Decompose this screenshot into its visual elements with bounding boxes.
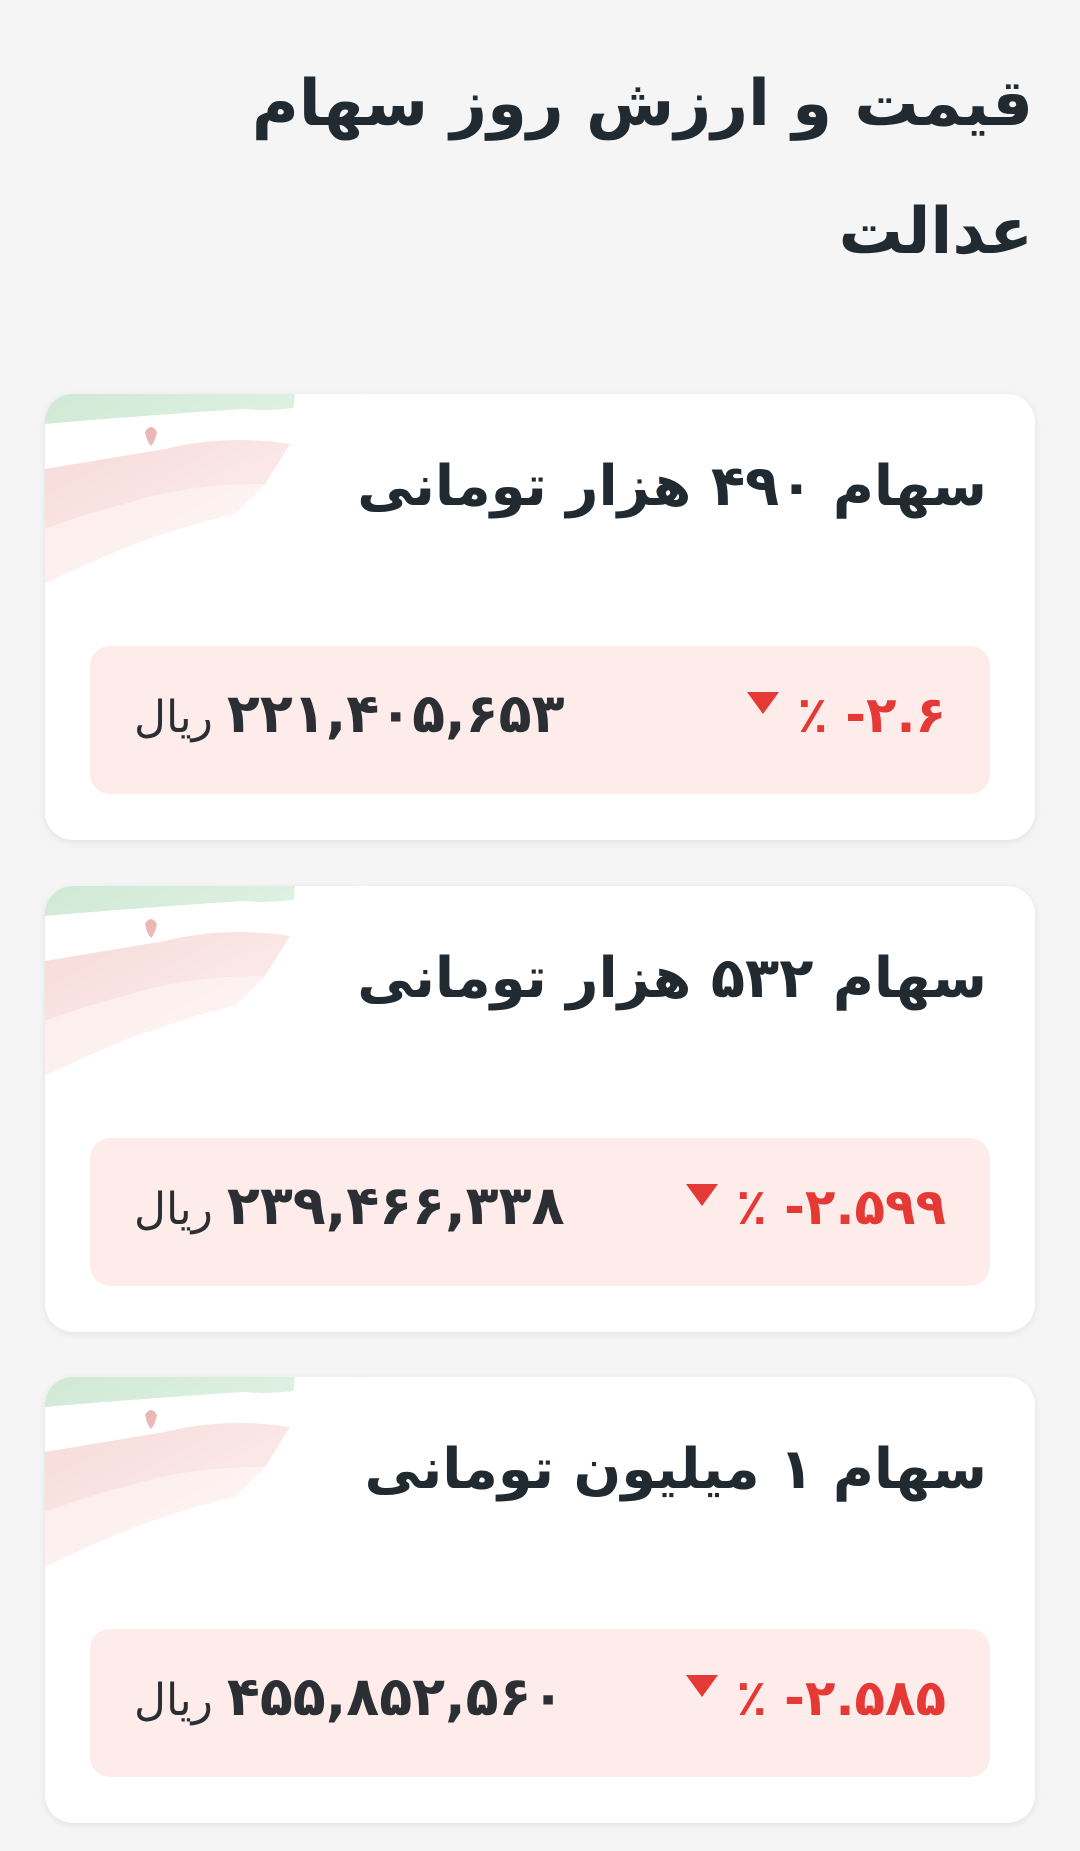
card-title: سهام ۱ میلیون تومانی — [364, 1437, 987, 1502]
price-amount: ۴۵۵,۸۵۲,۵۶۰ — [226, 1665, 565, 1728]
iran-flag-icon — [45, 1377, 405, 1567]
iran-flag-icon — [45, 394, 405, 584]
change-percent: ٪ -۲.۵۹۹ — [686, 1178, 946, 1236]
page-title: قیمت و ارزش روز سهام عدالت — [251, 67, 1033, 269]
triangle-down-icon — [686, 1184, 719, 1206]
share-card-532[interactable]: سهام ۵۳۲ هزار تومانی ٪ -۲.۵۹۹ ریال ۲۳۹,۴… — [45, 886, 1035, 1332]
triangle-down-icon — [747, 692, 780, 714]
price: ریال ۲۳۹,۴۶۶,۳۳۸ — [134, 1174, 565, 1237]
change-value: ٪ -۲.۶ — [797, 686, 946, 744]
price-amount: ۲۳۹,۴۶۶,۳۳۸ — [226, 1174, 565, 1237]
card-title: سهام ۵۳۲ هزار تومانی — [357, 946, 987, 1011]
change-percent: ٪ -۲.۶ — [747, 686, 946, 744]
price-box: ٪ -۲.۵۹۹ ریال ۲۳۹,۴۶۶,۳۳۸ — [90, 1138, 990, 1286]
share-card-1m[interactable]: سهام ۱ میلیون تومانی ٪ -۲.۵۸۵ ریال ۴۵۵,۸… — [45, 1377, 1035, 1823]
price-box: ٪ -۲.۶ ریال ۲۲۱,۴۰۵,۶۵۳ — [90, 646, 990, 794]
price-unit: ریال — [134, 1184, 213, 1235]
price-unit: ریال — [134, 1675, 213, 1726]
share-card-490[interactable]: سهام ۴۹۰ هزار تومانی ٪ -۲.۶ ریال ۲۲۱,۴۰۵… — [45, 394, 1035, 840]
change-percent: ٪ -۲.۵۸۵ — [686, 1669, 946, 1727]
price-amount: ۲۲۱,۴۰۵,۶۵۳ — [226, 682, 565, 745]
triangle-down-icon — [686, 1675, 719, 1697]
price: ریال ۴۵۵,۸۵۲,۵۶۰ — [134, 1665, 565, 1728]
change-value: ٪ -۲.۵۸۵ — [736, 1669, 946, 1727]
price: ریال ۲۲۱,۴۰۵,۶۵۳ — [134, 682, 565, 745]
iran-flag-icon — [45, 886, 405, 1076]
card-title: سهام ۴۹۰ هزار تومانی — [357, 454, 987, 519]
change-value: ٪ -۲.۵۹۹ — [736, 1178, 946, 1236]
price-box: ٪ -۲.۵۸۵ ریال ۴۵۵,۸۵۲,۵۶۰ — [90, 1629, 990, 1777]
price-unit: ریال — [134, 692, 213, 743]
